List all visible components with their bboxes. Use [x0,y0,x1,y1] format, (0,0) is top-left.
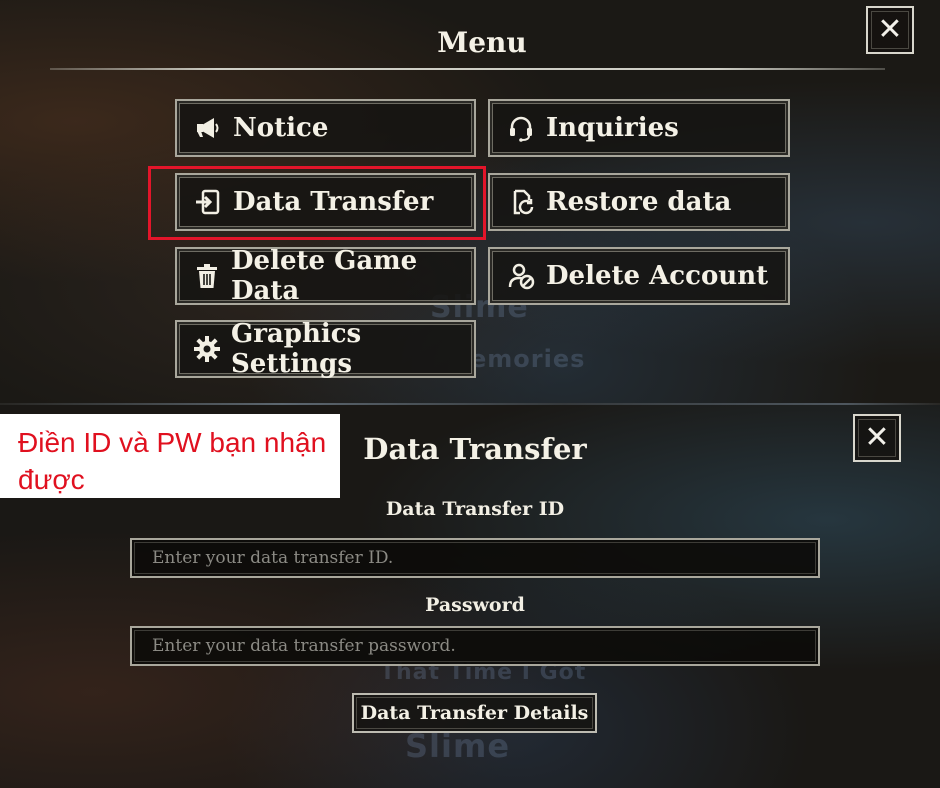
password-placeholder: Enter your data transfer password. [152,636,456,656]
dialog-close-button[interactable]: ✕ [853,414,901,462]
password-input[interactable]: Enter your data transfer password. [130,626,820,666]
delete-game-data-button[interactable]: Delete Game Data [175,246,476,306]
close-icon: ✕ [877,12,903,47]
data-transfer-title: Data Transfer [363,432,587,466]
trash-icon [193,261,221,291]
inquiries-label: Inquiries [546,113,679,143]
graphics-settings-label: Graphics Settings [231,319,362,379]
menu-close-button[interactable]: ✕ [866,6,914,54]
delete-game-data-label: Delete Game Data [231,246,418,306]
restore-data-button[interactable]: Restore data [488,173,790,231]
transfer-id-label: Data Transfer ID [385,498,565,520]
transfer-id-placeholder: Enter your data transfer ID. [152,548,394,568]
restore-icon [506,187,536,217]
title-divider [50,68,885,70]
inquiries-button[interactable]: Inquiries [488,99,790,157]
menu-title: Menu [437,26,527,59]
instruction-annotation: Điền ID và PW bạn nhận được [0,414,340,498]
graphics-settings-button[interactable]: Graphics Settings [175,319,476,379]
delete-account-icon [506,261,536,291]
close-icon: ✕ [864,420,890,455]
transfer-id-input[interactable]: Enter your data transfer ID. [130,538,820,578]
password-label: Password [425,594,525,616]
delete-account-button[interactable]: Delete Account [488,247,790,305]
notice-button[interactable]: Notice [175,99,476,157]
restore-data-label: Restore data [546,187,732,217]
delete-account-label: Delete Account [546,261,769,291]
gear-icon [193,334,221,364]
headset-icon [506,113,536,143]
megaphone-icon [193,113,223,143]
data-transfer-highlight [148,166,486,240]
notice-label: Notice [233,113,329,143]
background-art: emories [470,345,586,373]
data-transfer-details-button[interactable]: Data Transfer Details [352,693,597,733]
